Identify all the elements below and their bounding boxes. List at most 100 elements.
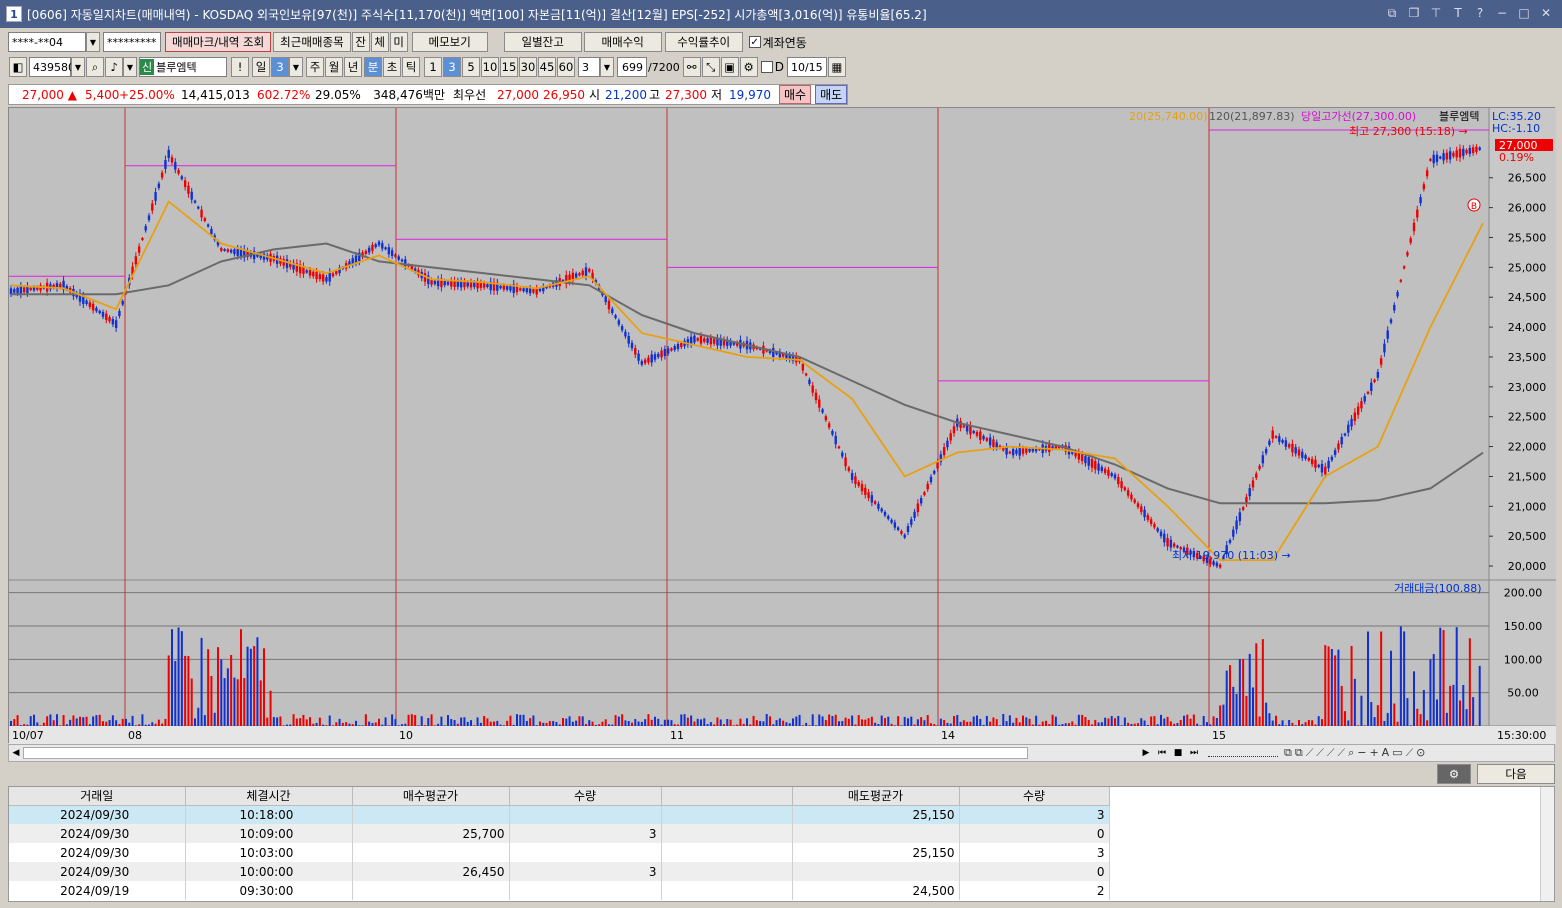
volume-bar	[805, 722, 808, 726]
candle	[979, 431, 982, 440]
table-row[interactable]: 2024/09/19 09:30:00 24,500 2	[9, 881, 1110, 900]
app-icon[interactable]: 1	[6, 6, 22, 22]
close-icon[interactable]: ✕	[1538, 5, 1554, 21]
count-field[interactable]: 699	[617, 57, 647, 77]
speaker-icon[interactable]: ♪	[105, 57, 123, 77]
daily-balance-button[interactable]: 일별잔고	[503, 32, 582, 52]
period-second-button[interactable]: 초	[383, 57, 401, 77]
search-icon[interactable]: ⌕	[86, 57, 104, 77]
table-row[interactable]: 2024/09/30 10:18:00 25,150 3	[9, 805, 1110, 824]
volume-bar	[184, 655, 187, 726]
date-checkbox[interactable]	[760, 61, 773, 73]
unfilled-button[interactable]: 미	[389, 32, 408, 52]
return-trend-button[interactable]: 수익률추이	[664, 32, 743, 52]
volume-bar	[1442, 630, 1445, 726]
chart-svg[interactable]: 26,500 26,000 25,500 25,000 24,500 24,000 23,5…	[9, 108, 1556, 744]
fast-forward-icon[interactable]: ⏭	[1186, 748, 1202, 758]
save-icon[interactable]: ▣	[720, 57, 739, 77]
stock-name-field[interactable]: 신 블루엠텍	[139, 57, 227, 77]
minute-select[interactable]: 3	[578, 57, 600, 77]
period-year-button[interactable]: 년	[344, 57, 362, 77]
minute-5-button[interactable]: 5	[462, 57, 480, 77]
period-day-count[interactable]: 3	[271, 57, 289, 77]
password-field[interactable]: *********	[103, 32, 161, 52]
minute-45-button[interactable]: 45	[538, 57, 556, 77]
buy-button[interactable]: 매수	[779, 85, 812, 104]
period-day-button[interactable]: 일	[252, 57, 270, 77]
candle	[321, 274, 325, 282]
trade-profit-button[interactable]: 매매수익	[583, 32, 662, 52]
minute-30-button[interactable]: 30	[519, 57, 537, 77]
volume-bar	[335, 722, 338, 726]
minute-15-button[interactable]: 15	[500, 57, 518, 77]
candle	[312, 271, 315, 277]
minute-3-button[interactable]: 3	[443, 57, 461, 77]
period-tick-button[interactable]: 틱	[402, 57, 420, 77]
volume-bar	[1206, 722, 1208, 726]
window-copy-icon[interactable]: ❐	[1406, 5, 1422, 21]
stock-code-field[interactable]: 439580	[29, 57, 75, 77]
gear-icon[interactable]: ⚙	[739, 57, 758, 77]
link-icon[interactable]: ⧉	[1384, 5, 1400, 21]
executed-button[interactable]: 체	[370, 32, 389, 52]
alert-button[interactable]: !	[231, 57, 249, 77]
volume-bar	[1367, 631, 1369, 726]
minute-60-button[interactable]: 60	[557, 57, 575, 77]
col-buy-qty[interactable]: 수량	[509, 787, 662, 806]
minute-dropdown-icon[interactable]: ▼	[600, 57, 614, 77]
sell-button[interactable]: 매도	[815, 85, 848, 104]
stop-icon[interactable]: ■	[1170, 748, 1186, 758]
minute-1-button[interactable]: 1	[424, 57, 442, 77]
layout-icon[interactable]: ◧	[9, 57, 27, 77]
speed-slider[interactable]	[1208, 749, 1278, 757]
recent-trades-button[interactable]: 최근매매종목	[273, 32, 351, 52]
minimize-icon[interactable]: −	[1494, 5, 1510, 21]
markview-button[interactable]: 매매마크/내역 조회	[165, 32, 272, 52]
period-week-button[interactable]: 주	[306, 57, 324, 77]
account-field[interactable]: ****-**04	[8, 32, 86, 52]
memo-button[interactable]: 메모보기	[411, 32, 488, 52]
next-page-button[interactable]: 다음	[1477, 764, 1555, 784]
chart-tools-icon[interactable]: ⧉⧉⟋⟋⟋⟋⌕−+A▭⟋⊙	[1284, 746, 1428, 760]
table-row[interactable]: 2024/09/30 10:09:00 25,700 3 0	[9, 824, 1110, 843]
next-icon[interactable]: ▶	[1138, 748, 1154, 758]
candle	[1416, 209, 1419, 218]
col-trade-date[interactable]: 거래일	[9, 787, 186, 806]
volume-bar	[410, 714, 413, 726]
account-link-checkbox[interactable]: ✓	[748, 36, 761, 48]
minute-10-button[interactable]: 10	[481, 57, 499, 77]
rewind-icon[interactable]: ⏮	[1154, 748, 1170, 758]
period-dropdown-icon[interactable]: ▼	[289, 57, 303, 77]
maximize-icon[interactable]: □	[1516, 5, 1532, 21]
pin-icon[interactable]: ⊤	[1428, 5, 1444, 21]
period-month-button[interactable]: 월	[325, 57, 343, 77]
calendar-icon[interactable]: ▦	[827, 57, 846, 77]
low-label: 저	[711, 88, 723, 102]
volume-bar	[249, 648, 252, 726]
indicator-icon[interactable]: ⚯	[682, 57, 701, 77]
speaker-dropdown-icon[interactable]: ▼	[123, 57, 137, 77]
chart-area[interactable]: 26,500 26,000 25,500 25,000 24,500 24,000 23,5…	[8, 107, 1556, 744]
volume-bar	[1455, 627, 1458, 726]
date-field[interactable]: 10/15	[786, 57, 827, 77]
account-dropdown-icon[interactable]: ▼	[86, 32, 100, 52]
period-minute-button[interactable]: 분	[364, 57, 382, 77]
balance-button[interactable]: 잔	[351, 32, 370, 52]
chart-scrollbar[interactable]	[23, 747, 1028, 759]
table-row[interactable]: 2024/09/30 10:00:00 26,450 3 0	[9, 862, 1110, 881]
col-sell-avg[interactable]: 매도평균가	[792, 787, 960, 806]
col-exec-time[interactable]: 체결시간	[185, 787, 353, 806]
table-scrollbar[interactable]	[1540, 787, 1554, 901]
settings-button[interactable]: ⚙	[1437, 764, 1471, 784]
help-icon[interactable]: ?	[1472, 5, 1488, 21]
candle	[229, 249, 233, 253]
table-row[interactable]: 2024/09/30 10:03:00 25,150 3	[9, 843, 1110, 862]
col-empty[interactable]	[661, 787, 793, 806]
scroll-left-icon[interactable]: ◀	[9, 748, 23, 758]
draw-icon[interactable]: ⤡	[701, 57, 720, 77]
price-tick-label: 24,000	[1508, 321, 1547, 334]
code-dropdown-icon[interactable]: ▼	[71, 57, 85, 77]
col-sell-qty[interactable]: 수량	[959, 787, 1110, 806]
font-icon[interactable]: T	[1450, 5, 1466, 21]
col-buy-avg[interactable]: 매수평균가	[352, 787, 510, 806]
